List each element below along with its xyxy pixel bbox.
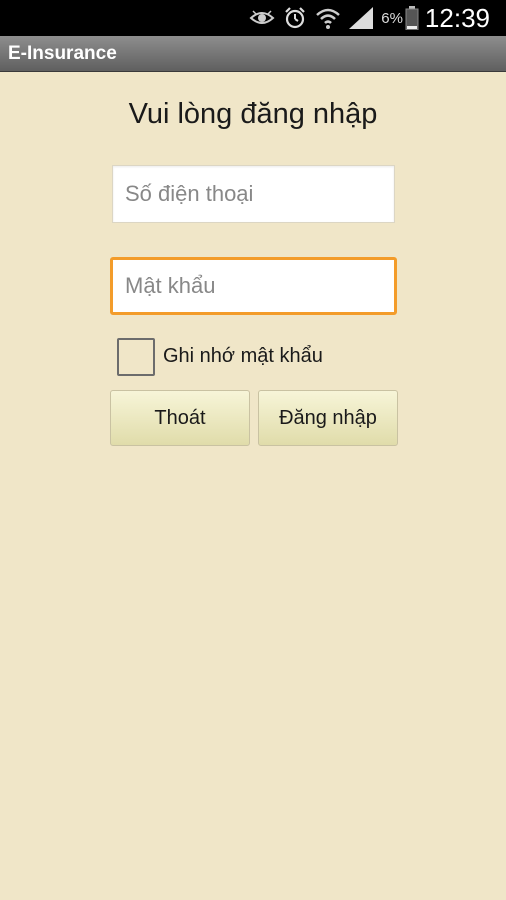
remember-password-checkbox[interactable]: [117, 338, 155, 376]
login-screen: Vui lòng đăng nhập Số điện thoại Mật khẩ…: [0, 72, 506, 900]
page-title: Vui lòng đăng nhập: [128, 98, 378, 130]
password-placeholder: Mật khẩu: [125, 273, 216, 298]
phone-number-field[interactable]: Số điện thoại: [112, 165, 395, 223]
exit-button[interactable]: Thoát: [110, 390, 250, 446]
phone-number-placeholder: Số điện thoại: [125, 181, 254, 206]
battery-percent: 6%: [381, 9, 403, 27]
remember-password-label[interactable]: Ghi nhớ mật khẩu: [163, 345, 323, 368]
login-button[interactable]: Đăng nhập: [258, 390, 398, 446]
wifi-icon: [315, 6, 341, 30]
app-title-bar: E-Insurance: [0, 36, 506, 72]
alarm-icon: [283, 6, 307, 30]
status-icons: 6% 12:39: [249, 0, 506, 36]
battery-icon: [405, 6, 419, 30]
eye-icon: [249, 8, 275, 28]
clock: 12:39: [424, 2, 490, 33]
app-title: E-Insurance: [8, 43, 117, 64]
status-bar: 6% 12:39: [0, 0, 506, 36]
signal-icon: [349, 7, 374, 29]
password-field[interactable]: Mật khẩu: [110, 257, 397, 315]
